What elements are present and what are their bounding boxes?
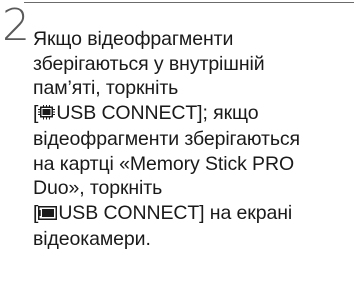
instruction-line-8-tail: ] на екрані bbox=[199, 201, 293, 224]
instruction-line-4: [USB CONNECT]; якщо bbox=[33, 101, 351, 127]
usb-connect-internal-label: USB CONNECT bbox=[56, 102, 198, 125]
instruction-line-6: на картці «Memory Stick PRO bbox=[33, 152, 295, 175]
step-instructions: Якщо відеофрагменти зберігаються у внутр… bbox=[33, 27, 351, 251]
instruction-line-2: зберігаються у внутрішній bbox=[33, 52, 265, 75]
instruction-line-8: [USB CONNECT] на екрані bbox=[33, 201, 351, 227]
instruction-line-9: відеокамери. bbox=[33, 227, 151, 250]
internal-memory-icon bbox=[38, 102, 56, 127]
step-number: 2 bbox=[2, 0, 30, 51]
memory-card-icon bbox=[38, 202, 58, 227]
section-divider bbox=[24, 2, 354, 3]
instruction-line-7: Duo», торкніть bbox=[33, 177, 163, 200]
instruction-line-5: відеофрагменти зберігаються bbox=[33, 127, 300, 150]
instruction-line-1: Якщо відеофрагменти bbox=[33, 28, 234, 50]
usb-connect-card-label: USB CONNECT bbox=[58, 201, 200, 224]
instruction-line-3: пам’яті, торкніть bbox=[33, 77, 179, 100]
instruction-line-4-tail: ]; якщо bbox=[197, 102, 259, 125]
